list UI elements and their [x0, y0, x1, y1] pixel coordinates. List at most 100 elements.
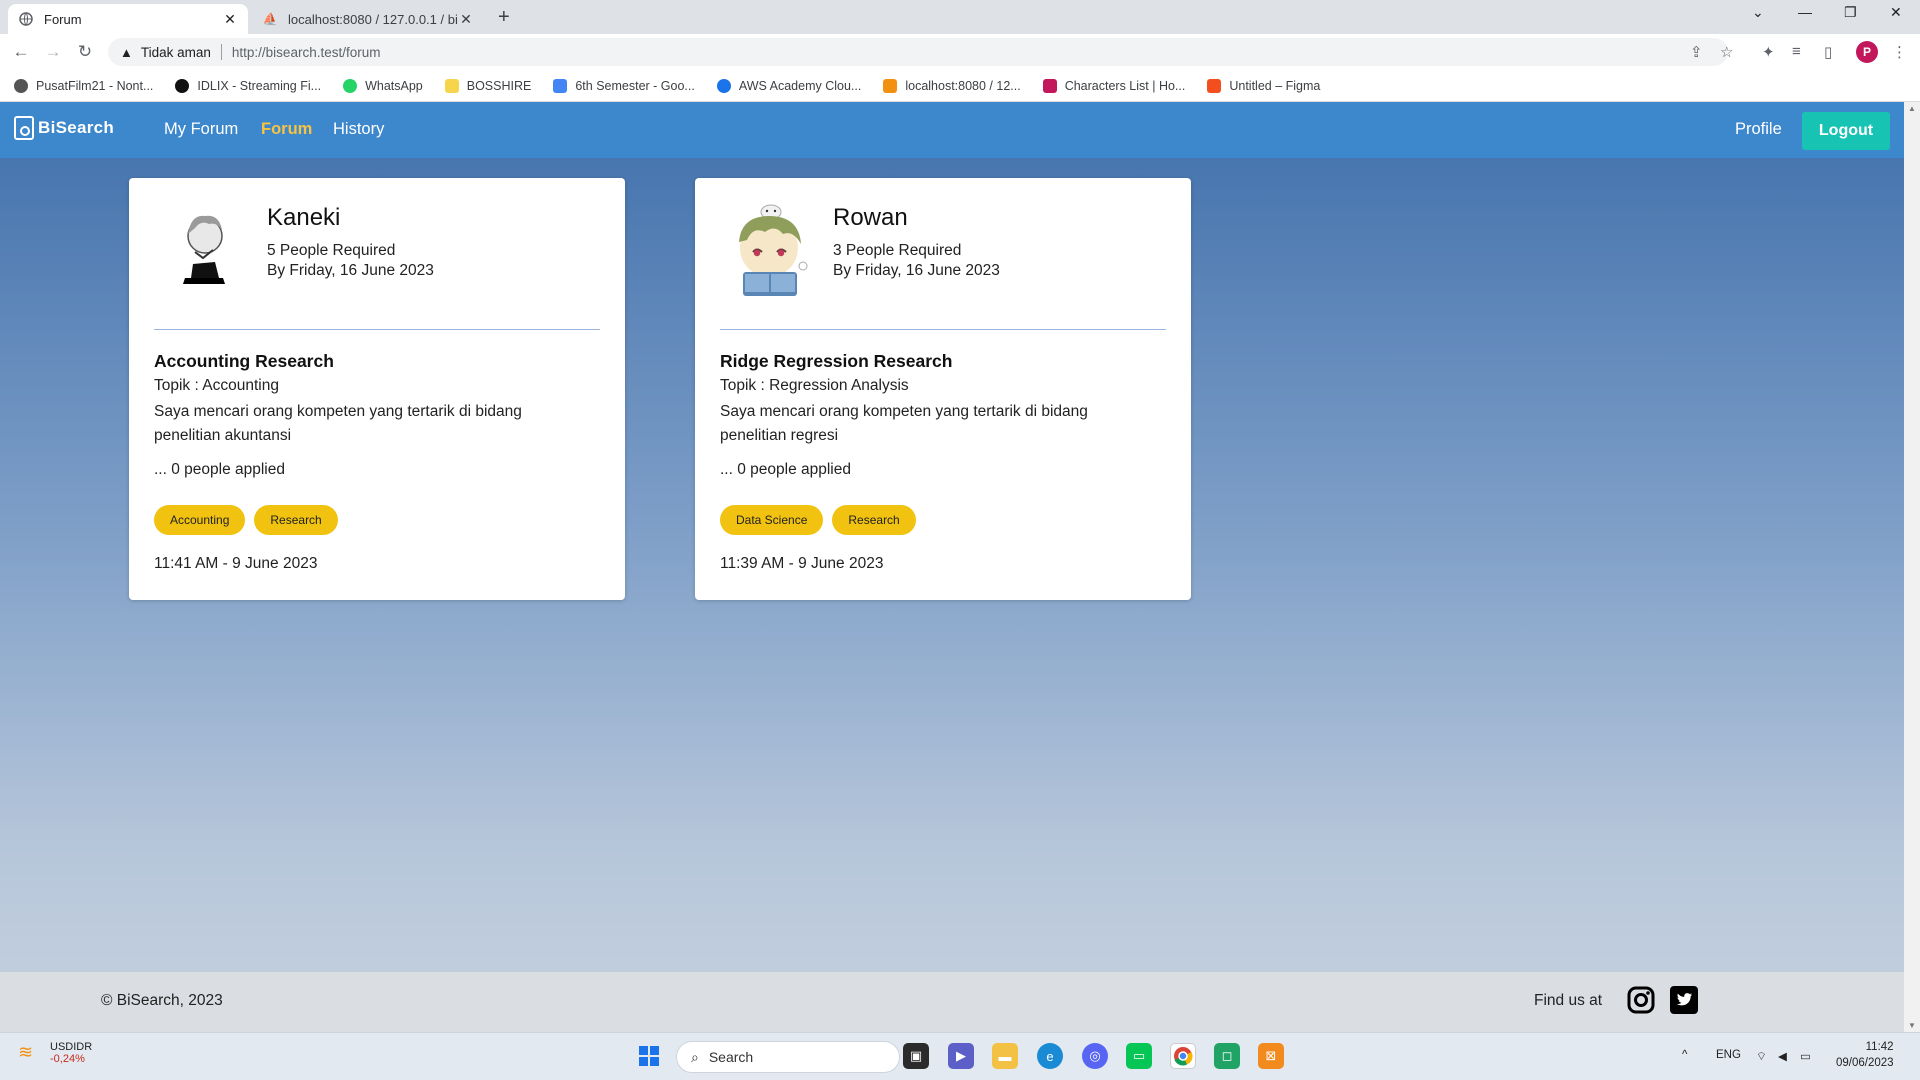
new-tab-button[interactable]: +	[498, 6, 510, 29]
whatsapp-icon	[343, 78, 358, 93]
tag-badge[interactable]: Accounting	[154, 505, 246, 535]
ticker-name: USDIDR	[50, 1041, 93, 1053]
copyright-text: © BiSearch, 2023	[101, 992, 223, 1009]
search-document-icon	[14, 116, 34, 140]
reload-icon[interactable]: ↻	[74, 42, 96, 62]
people-required: 5 People Required	[267, 242, 396, 259]
deadline: By Friday, 16 June 2023	[833, 262, 1000, 279]
bookmark-localhost[interactable]: localhost:8080 / 12...	[883, 78, 1021, 93]
browser-tab-strip: Forum ✕ ⛵ localhost:8080 / 127.0.0.1 / b…	[0, 0, 1920, 34]
post-topic: Topik : Regression Analysis	[720, 377, 909, 394]
user-avatar	[157, 200, 251, 300]
security-label[interactable]: Tidak aman	[141, 45, 211, 60]
tab-search-icon[interactable]: ⌄	[1752, 4, 1764, 21]
windows-taskbar: ≋ USDIDR -0,24% ⌕ Search ▣ ▶ ▬ e ◎ ▭ ◻ ⊠…	[0, 1032, 1920, 1080]
line-icon[interactable]: ▭	[1126, 1043, 1152, 1069]
system-clock[interactable]: 11:42 09/06/2023	[1836, 1039, 1894, 1071]
brand-name: BiSearch	[38, 118, 115, 137]
star-icon[interactable]: ☆	[1720, 43, 1733, 61]
url-text[interactable]: http://bisearch.test/forum	[232, 45, 381, 60]
bookmark-aws-academy[interactable]: AWS Academy Clou...	[716, 78, 861, 93]
scroll-down-icon[interactable]: ▼	[1908, 1021, 1916, 1030]
share-icon[interactable]: ⇪	[1690, 43, 1703, 61]
brand-logo[interactable]: BiSearch	[14, 116, 114, 140]
tab-phpmyadmin[interactable]: ⛵ localhost:8080 / 127.0.0.1 / bisea ✕	[252, 4, 484, 34]
menu-icon[interactable]: ⋮	[1892, 43, 1907, 61]
folder-icon	[444, 78, 459, 93]
bookmark-google-drive[interactable]: 6th Semester - Goo...	[553, 78, 695, 93]
warning-icon[interactable]: ▲	[120, 45, 133, 60]
back-icon[interactable]: ←	[10, 42, 32, 62]
bookmark-whatsapp[interactable]: WhatsApp	[343, 78, 423, 93]
tag-badge[interactable]: Research	[254, 505, 338, 535]
taskbar-search-input[interactable]: ⌕ Search	[676, 1041, 900, 1073]
task-view-icon[interactable]: ▣	[903, 1043, 929, 1069]
edge-icon[interactable]: e	[1037, 1043, 1063, 1069]
bookmark-idlix[interactable]: IDLIX - Streaming Fi...	[175, 78, 321, 93]
post-topic: Topik : Accounting	[154, 377, 279, 394]
post-requirements: 5 People Required By Friday, 16 June 202…	[267, 241, 434, 281]
site-footer: © BiSearch, 2023 Find us at	[0, 972, 1904, 1032]
media-icon[interactable]: ≡	[1792, 43, 1801, 60]
bookmark-figma[interactable]: Untitled – Figma	[1207, 78, 1320, 93]
profile-avatar[interactable]: P	[1856, 41, 1878, 63]
spreadsheet-app-icon[interactable]: ◻	[1214, 1043, 1240, 1069]
file-explorer-icon[interactable]: ▬	[992, 1043, 1018, 1069]
nav-my-forum[interactable]: My Forum	[164, 120, 238, 139]
tag-badge[interactable]: Data Science	[720, 505, 824, 535]
battery-icon[interactable]: ▭	[1800, 1049, 1811, 1063]
post-description: Saya mencari orang kompeten yang tertari…	[154, 403, 522, 444]
post-timestamp: 11:39 AM - 9 June 2023	[720, 555, 884, 572]
post-requirements: 3 People Required By Friday, 16 June 202…	[833, 241, 1000, 281]
language-indicator[interactable]: ENG	[1716, 1049, 1741, 1061]
wifi-icon[interactable]: ⌔	[1756, 1049, 1767, 1064]
minimize-button[interactable]: —	[1798, 4, 1812, 20]
forum-post-card[interactable]: Kaneki 5 People Required By Friday, 16 J…	[129, 178, 625, 600]
find-us-label: Find us at	[1534, 992, 1603, 1009]
divider	[220, 44, 222, 60]
scroll-up-icon[interactable]: ▲	[1908, 104, 1916, 113]
xampp-icon[interactable]: ⊠	[1258, 1043, 1284, 1069]
bookmark-pusatfilm[interactable]: PusatFilm21 - Nont...	[14, 78, 153, 93]
site-navbar: BiSearch My Forum Forum History Profile …	[0, 102, 1904, 158]
chrome-icon[interactable]	[1170, 1043, 1196, 1069]
bookmark-bosshire[interactable]: BOSSHIRE	[444, 78, 531, 93]
post-description: Saya mencari orang kompeten yang tertari…	[720, 403, 1088, 444]
stock-chart-icon: ≋	[18, 1042, 34, 1062]
post-timestamp: 11:41 AM - 9 June 2023	[154, 555, 318, 572]
figma-icon	[1207, 78, 1222, 93]
nav-forum[interactable]: Forum	[261, 120, 312, 139]
discord-icon[interactable]: ◎	[1082, 1043, 1108, 1069]
teams-icon[interactable]: ▶	[948, 1043, 974, 1069]
show-hidden-icons[interactable]: ^	[1682, 1049, 1687, 1061]
instagram-icon[interactable]	[1627, 986, 1655, 1014]
restore-button[interactable]: ❐	[1844, 4, 1857, 21]
people-required: 3 People Required	[833, 242, 962, 259]
bookmark-characters-list[interactable]: Characters List | Ho...	[1042, 78, 1185, 93]
logout-button[interactable]: Logout	[1802, 112, 1890, 150]
twitter-icon[interactable]	[1670, 986, 1698, 1014]
side-panel-icon[interactable]: ▯	[1824, 43, 1832, 61]
cloud-icon	[716, 78, 731, 93]
post-title: Accounting Research	[154, 351, 334, 371]
forum-post-card[interactable]: Rowan 3 People Required By Friday, 16 Ju…	[695, 178, 1191, 600]
nav-profile[interactable]: Profile	[1735, 120, 1782, 139]
close-window-button[interactable]: ✕	[1890, 4, 1902, 21]
start-icon[interactable]	[636, 1043, 662, 1069]
bookmark-icon	[175, 78, 190, 93]
nav-history[interactable]: History	[333, 120, 384, 139]
tab-title: Forum	[44, 11, 82, 27]
stock-widget[interactable]: ≋ USDIDR -0,24%	[18, 1041, 92, 1065]
forward-icon[interactable]: →	[42, 42, 64, 62]
page-scrollbar[interactable]: ▲ ▼	[1904, 102, 1920, 1032]
extensions-icon[interactable]: ✦	[1762, 43, 1775, 61]
close-tab-icon[interactable]: ✕	[222, 11, 238, 28]
volume-icon[interactable]: ◀	[1778, 1049, 1787, 1063]
close-tab-icon[interactable]: ✕	[458, 11, 474, 28]
globe-icon	[18, 11, 34, 27]
bookmarks-bar: PusatFilm21 - Nont... IDLIX - Streaming …	[0, 70, 1920, 102]
tag-badge[interactable]: Research	[832, 505, 916, 535]
address-bar[interactable]: ▲ Tidak aman http://bisearch.test/forum	[108, 38, 1728, 66]
applied-count: ... 0 people applied	[154, 461, 285, 478]
tab-forum[interactable]: Forum ✕	[8, 4, 248, 34]
